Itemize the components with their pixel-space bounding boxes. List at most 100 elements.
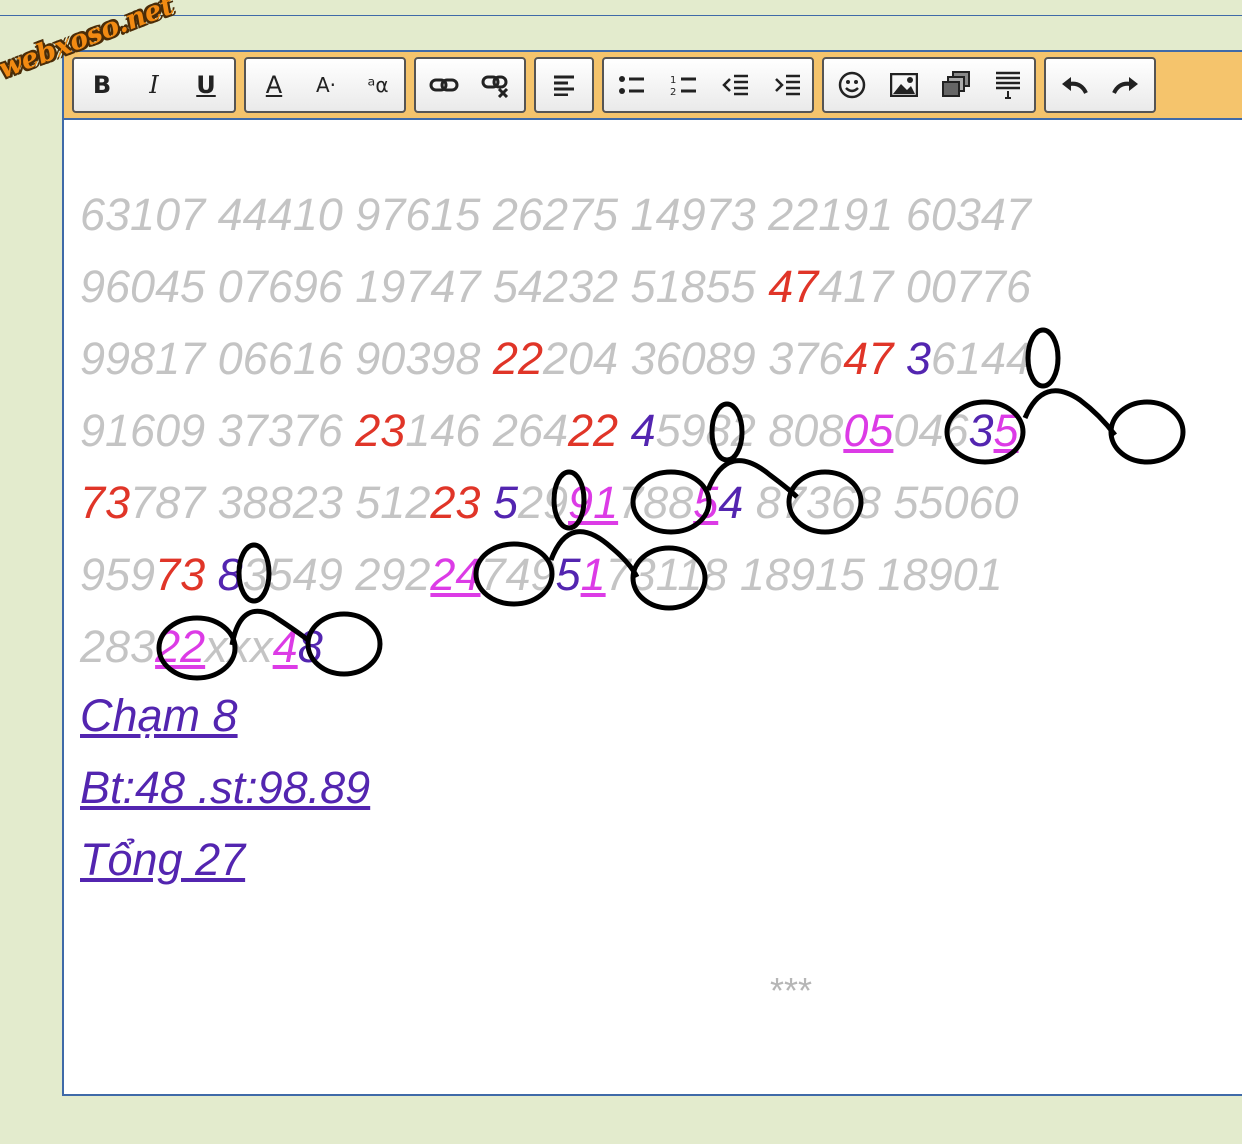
- bullet-list-button[interactable]: [608, 59, 656, 111]
- digit-run: 63107 44410 97615 26275 14973 22191 6034…: [80, 189, 1031, 240]
- digit-run: 29: [517, 477, 569, 528]
- numbered-list-icon: 12: [670, 75, 696, 97]
- highlight-red-digits: 23: [430, 477, 481, 528]
- digit-run: 146 264: [405, 405, 569, 456]
- outdent-button[interactable]: [712, 59, 760, 111]
- indent-icon: [775, 74, 800, 96]
- image-button[interactable]: [880, 59, 928, 111]
- highlight-red-digits: 73: [80, 477, 131, 528]
- digit-run: 749: [480, 549, 556, 600]
- highlight-pink-digits: 5: [993, 405, 1019, 456]
- numbered-list-button[interactable]: 12: [660, 59, 708, 111]
- media-icon: [942, 71, 970, 97]
- footer-stars: ***: [770, 970, 813, 1011]
- digit-run: [205, 549, 218, 600]
- quote-icon: [996, 71, 1020, 99]
- highlight-red-digits: 22: [568, 405, 619, 456]
- highlight-pink-digits: 5: [693, 477, 719, 528]
- outdent-icon: [722, 74, 748, 96]
- image-icon: [890, 73, 918, 97]
- note-cham[interactable]: Chạm 8: [80, 686, 238, 746]
- italic-button[interactable]: I: [130, 59, 178, 111]
- list-group: 12: [602, 57, 814, 113]
- digit-run: 417 00776: [818, 261, 1031, 312]
- svg-text:1: 1: [670, 75, 676, 86]
- note-bt-st[interactable]: Bt:48 .st:98.89: [80, 758, 370, 818]
- undo-icon: [1062, 77, 1088, 94]
- number-row: 96045 07696 19747 54232 51855 47417 0077…: [80, 255, 1230, 319]
- highlight-pink-digits: 1: [580, 549, 606, 600]
- digit-run: 046: [893, 405, 969, 456]
- smiley-icon: [838, 71, 866, 99]
- digit-run: xxx: [205, 621, 273, 672]
- italic-icon: I: [149, 71, 159, 99]
- digit-run: 204 36089 376: [542, 333, 844, 384]
- text-style-group: B I U: [72, 57, 236, 113]
- svg-text:2: 2: [670, 87, 676, 97]
- align-group: [534, 57, 594, 113]
- insert-group: [822, 57, 1036, 113]
- highlight-pink-digits: 24: [430, 549, 481, 600]
- digit-run: [480, 477, 493, 528]
- highlight-pink-digits: 4: [272, 621, 298, 672]
- underline-icon: U: [196, 71, 216, 99]
- digit-run: 96045 07696 19747 54232 51855: [80, 261, 769, 312]
- digit-run: 788: [618, 477, 694, 528]
- unlink-button[interactable]: [472, 59, 520, 111]
- digit-run: 73118 18915 18901: [605, 549, 1003, 600]
- indent-button[interactable]: [764, 59, 812, 111]
- number-row: 28322xxx48: [80, 615, 1230, 679]
- highlight-purple-digit: 8: [297, 621, 323, 672]
- quote-button[interactable]: [984, 59, 1032, 111]
- media-button[interactable]: [932, 59, 980, 111]
- highlight-red-digits: 47: [768, 261, 819, 312]
- editor-toolbar: B I U A A· ᵃα 12: [64, 52, 1242, 120]
- align-left-icon: [554, 75, 574, 96]
- change-case-icon: ᵃα: [367, 73, 389, 97]
- bold-button[interactable]: B: [78, 59, 126, 111]
- highlight-purple-digit: 5: [555, 549, 581, 600]
- history-group: [1044, 57, 1156, 113]
- unlink-icon: [481, 75, 509, 98]
- highlight-purple-digit: 5: [492, 477, 518, 528]
- bold-icon: B: [92, 71, 112, 99]
- link-group: [414, 57, 526, 113]
- smiley-button[interactable]: [828, 59, 876, 111]
- digit-run: 6144: [930, 333, 1032, 384]
- font-size-button[interactable]: A·: [302, 59, 350, 111]
- link-icon: [429, 78, 459, 92]
- highlight-pink-digits: 91: [568, 477, 619, 528]
- highlight-purple-digit: 8: [217, 549, 243, 600]
- highlight-purple-digit: 4: [718, 477, 744, 528]
- highlight-red-digits: 47: [843, 333, 894, 384]
- highlight-pink-digits: 05: [843, 405, 894, 456]
- redo-icon: [1112, 77, 1138, 94]
- font-color-icon: A: [265, 71, 283, 99]
- highlight-purple-digit: 3: [968, 405, 994, 456]
- number-row: 91609 37376 23146 26422 45982 8080504635: [80, 399, 1230, 463]
- digit-run: 959: [80, 549, 156, 600]
- font-color-button[interactable]: A: [250, 59, 298, 111]
- digit-run: 87368 55060: [743, 477, 1019, 528]
- digit-run: 5982 808: [655, 405, 844, 456]
- font-group: A A· ᵃα: [244, 57, 406, 113]
- note-tong[interactable]: Tổng 27: [80, 830, 245, 890]
- redo-button[interactable]: [1102, 59, 1150, 111]
- highlight-red-digits: 22: [492, 333, 543, 384]
- highlight-red-digits: 23: [355, 405, 406, 456]
- number-row: 73787 38823 51223 5299178854 87368 55060: [80, 471, 1230, 535]
- highlight-purple-digit: 3: [905, 333, 931, 384]
- change-case-button[interactable]: ᵃα: [354, 59, 402, 111]
- highlight-red-digits: 73: [155, 549, 206, 600]
- underline-button[interactable]: U: [182, 59, 230, 111]
- number-row: 95973 83549 292247495173118 18915 18901: [80, 543, 1230, 607]
- digit-run: 3549 292: [242, 549, 431, 600]
- number-row: 99817 06616 90398 22204 36089 37647 3614…: [80, 327, 1230, 391]
- align-left-button[interactable]: [540, 59, 588, 111]
- digit-run: [893, 333, 906, 384]
- undo-button[interactable]: [1050, 59, 1098, 111]
- digit-run: 283: [80, 621, 156, 672]
- link-button[interactable]: [420, 59, 468, 111]
- font-size-icon: A·: [315, 73, 337, 97]
- highlight-purple-digit: 4: [630, 405, 656, 456]
